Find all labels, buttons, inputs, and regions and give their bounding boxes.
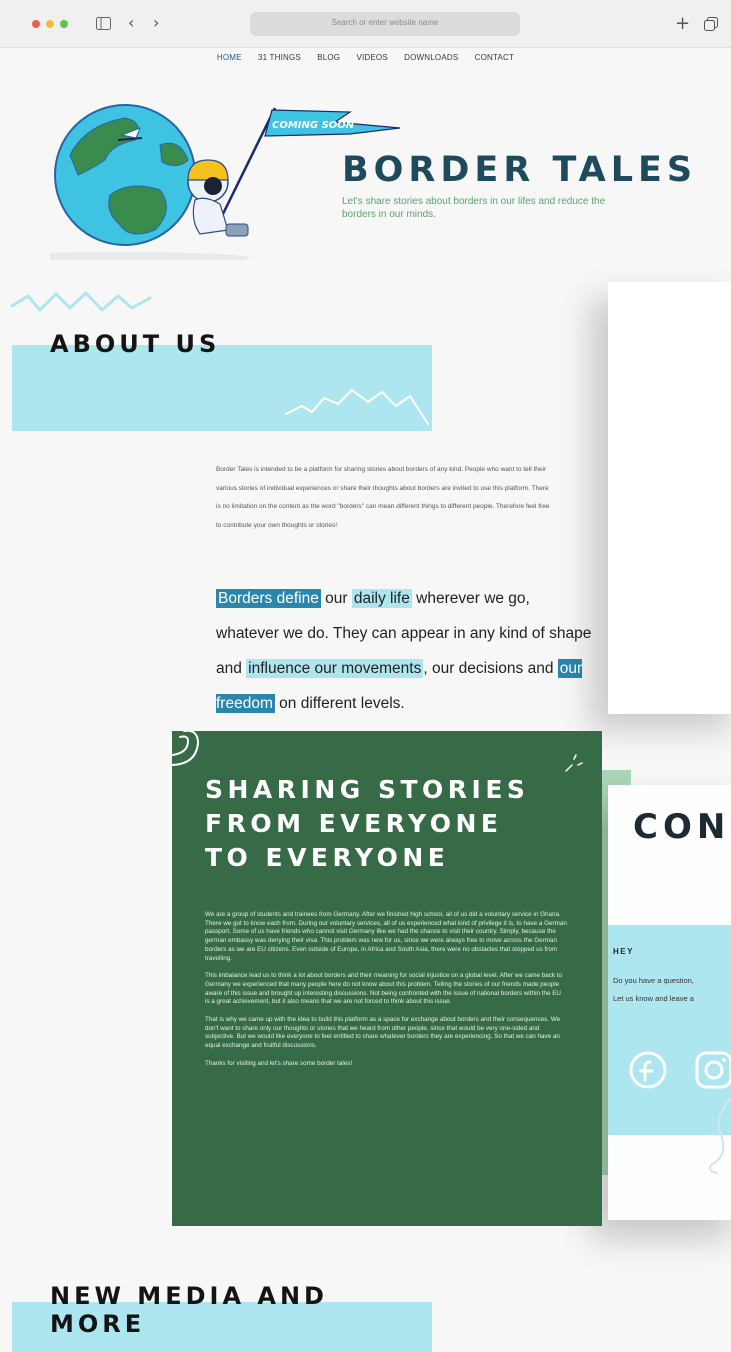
- contact-line: Do you have a question,: [613, 976, 694, 985]
- contact-hey-label: HEY: [613, 947, 634, 956]
- quote-highlight: Borders define: [216, 589, 321, 608]
- maximize-window-button[interactable]: [60, 20, 68, 28]
- nav-31-things[interactable]: 31 THINGS: [258, 53, 301, 62]
- story-paragraph: That is why we came up with the idea to …: [205, 1016, 561, 1050]
- story-paragraph: This imbalance lead us to think a lot ab…: [205, 972, 563, 1006]
- instagram-icon[interactable]: [694, 1050, 731, 1090]
- new-tab-icon[interactable]: +: [675, 13, 690, 34]
- forward-icon[interactable]: ›: [153, 13, 159, 32]
- nav-downloads[interactable]: DOWNLOADS: [404, 53, 458, 62]
- nav-videos[interactable]: VIDEOS: [356, 53, 387, 62]
- minimize-window-button[interactable]: [46, 20, 54, 28]
- swirl-decoration-icon: [172, 731, 200, 766]
- sharing-stories-card: SHARING STORIES FROM EVERYONE TO EVERYON…: [172, 731, 602, 1226]
- story-paragraph: Thanks for visiting and let's share some…: [205, 1059, 353, 1067]
- nav-blog[interactable]: BLOG: [317, 53, 340, 62]
- heading-line: SHARING STORIES: [205, 775, 530, 804]
- nav-contact[interactable]: CONTACT: [475, 53, 514, 62]
- quote-text: on different levels.: [274, 695, 405, 712]
- squiggle-decoration-icon: [708, 1097, 731, 1174]
- quote-highlight: daily life: [351, 589, 412, 608]
- artboard-panel: [608, 282, 731, 714]
- heading-line: FROM EVERYONE: [205, 809, 503, 838]
- about-paragraph: Border Tales is intended to be a platfor…: [216, 466, 550, 529]
- site-title: BORDER TALES: [342, 150, 698, 190]
- contact-panel: CON HEY Do you have a question, Let us k…: [608, 785, 731, 1220]
- close-window-button[interactable]: [32, 20, 40, 28]
- site-tagline: Let's share stories about borders in our…: [342, 196, 606, 220]
- coming-soon-flag-text: COMING SOON: [272, 120, 355, 131]
- about-heading: ABOUT US: [50, 330, 221, 358]
- back-icon[interactable]: ‹: [128, 13, 134, 32]
- zigzag-decoration-icon: [285, 389, 429, 425]
- facebook-icon[interactable]: [628, 1050, 668, 1090]
- quote-text: , our decisions and: [423, 660, 558, 677]
- sidebar-icon[interactable]: [96, 17, 111, 30]
- story-paragraph: We are a group of students and trainees …: [205, 911, 567, 962]
- sharing-stories-heading: SHARING STORIES FROM EVERYONE TO EVERYON…: [205, 773, 529, 875]
- contact-line: Let us know and leave a: [613, 994, 694, 1003]
- new-media-heading: NEW MEDIA AND MORE: [50, 1282, 328, 1338]
- quote-highlight: influence our movements: [246, 659, 424, 678]
- sharing-stories-body: We are a group of students and trainees …: [205, 911, 567, 1078]
- tabs-overview-icon[interactable]: [704, 17, 718, 31]
- browser-toolbar: ‹ › Search or enter website name +: [0, 0, 731, 48]
- contact-question: Do you have a question, Let us know and …: [613, 972, 694, 1008]
- quote-text: our: [320, 590, 352, 607]
- about-quote: Borders define our daily life wherever w…: [216, 581, 596, 721]
- address-placeholder: Search or enter website name: [331, 18, 439, 27]
- main-navigation: HOME 31 THINGS BLOG VIDEOS DOWNLOADS CON…: [0, 53, 731, 62]
- heading-line: TO EVERYONE: [205, 843, 450, 872]
- contact-title: CON: [633, 807, 731, 847]
- nav-home[interactable]: HOME: [217, 53, 242, 62]
- address-bar[interactable]: Search or enter website name: [250, 12, 520, 36]
- spark-decoration-icon: [565, 754, 583, 772]
- zigzag-decoration-icon: [10, 291, 152, 312]
